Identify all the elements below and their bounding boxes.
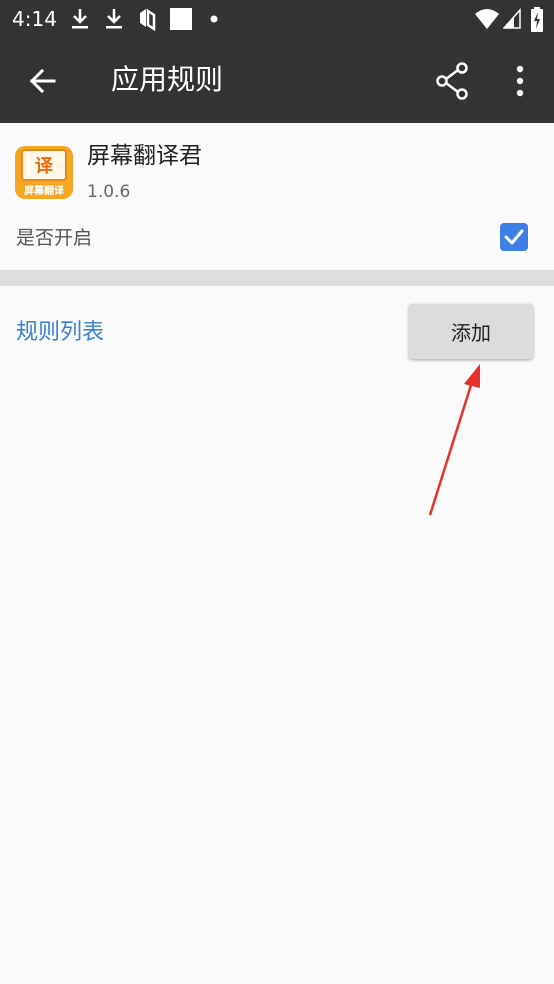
signal-icon bbox=[503, 8, 521, 29]
section-divider bbox=[0, 270, 554, 286]
battery-charging-icon bbox=[531, 7, 543, 32]
back-arrow-icon[interactable] bbox=[20, 58, 66, 104]
app-screen: 4:14 应用规则 译 屏幕翻译 屏幕翻译君 1.0.6 是否开启 规则列表 添… bbox=[0, 0, 554, 984]
app-version: 1.0.6 bbox=[87, 182, 131, 202]
wifi-icon bbox=[475, 9, 499, 29]
add-rule-button[interactable]: 添加 bbox=[409, 304, 533, 359]
app-name: 屏幕翻译君 bbox=[87, 143, 202, 169]
checkmark-icon bbox=[504, 229, 524, 245]
app-bar: 应用规则 bbox=[0, 38, 554, 123]
status-time: 4:14 bbox=[12, 7, 57, 31]
dot-icon bbox=[210, 15, 218, 23]
download-icon bbox=[106, 9, 122, 29]
rules-list-title: 规则列表 bbox=[16, 320, 105, 345]
share-icon[interactable] bbox=[430, 58, 476, 104]
sync-icon bbox=[140, 8, 156, 31]
page-title: 应用规则 bbox=[111, 63, 224, 96]
enable-checkbox[interactable] bbox=[500, 223, 528, 251]
annotation-arrow-icon bbox=[428, 364, 480, 516]
app-logo-icon: 译 屏幕翻译 bbox=[15, 146, 73, 199]
more-vert-icon[interactable] bbox=[498, 58, 542, 104]
enable-label: 是否开启 bbox=[16, 227, 93, 249]
download-icon bbox=[72, 9, 88, 29]
status-bar: 4:14 bbox=[0, 0, 554, 38]
svg-text:译: 译 bbox=[35, 156, 54, 177]
svg-text:屏幕翻译: 屏幕翻译 bbox=[23, 184, 65, 197]
square-icon bbox=[170, 8, 192, 30]
